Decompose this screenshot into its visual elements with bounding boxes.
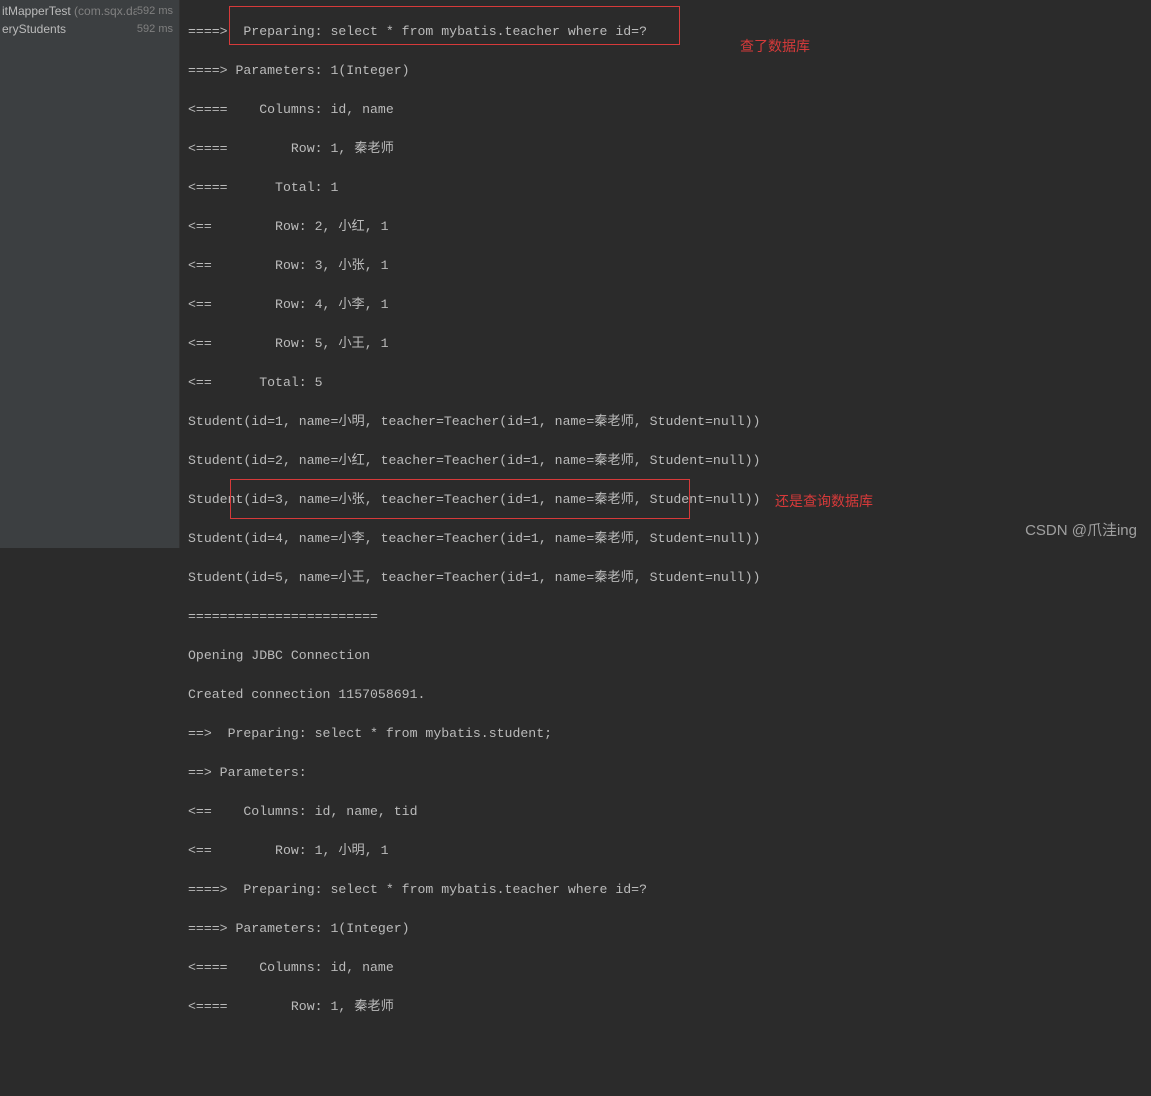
console-line: <== Row: 1, 小明, 1 (188, 841, 1143, 861)
test-item-mapper[interactable]: itMapperTest (com.sqx.da 592 ms (0, 2, 179, 20)
test-duration: 592 ms (137, 5, 173, 17)
console-line: <==== Columns: id, name (188, 958, 1143, 978)
console-line: <== Row: 3, 小张, 1 (188, 256, 1143, 276)
console-line: ====> Preparing: select * from mybatis.t… (188, 880, 1143, 900)
console-line: ====> Preparing: select * from mybatis.t… (188, 22, 1143, 42)
annotation-top: 查了数据库 (740, 37, 810, 57)
test-item-students[interactable]: eryStudents 592 ms (0, 20, 179, 38)
console-line: <== Total: 5 (188, 373, 1143, 393)
console-line: Student(id=2, name=小红, teacher=Teacher(i… (188, 451, 1143, 471)
console-line: <== Row: 5, 小王, 1 (188, 334, 1143, 354)
console-line: Opening JDBC Connection (188, 646, 1143, 666)
console-line: <==== Row: 1, 秦老师 (188, 997, 1143, 1017)
console-line: <==== Columns: id, name (188, 100, 1143, 120)
console-line: Student(id=3, name=小张, teacher=Teacher(i… (188, 490, 1143, 510)
console-line: <== Columns: id, name, tid (188, 802, 1143, 822)
console-line: ======================== (188, 607, 1143, 627)
console-line: <== Row: 4, 小李, 1 (188, 295, 1143, 315)
console-line: <==== Row: 1, 秦老师 (188, 139, 1143, 159)
console-line: Student(id=1, name=小明, teacher=Teacher(i… (188, 412, 1143, 432)
console-line: Student(id=5, name=小王, teacher=Teacher(i… (188, 568, 1143, 588)
test-item-label: eryStudents (2, 22, 66, 36)
console-line: Created connection 1157058691. (188, 685, 1143, 705)
console-line: ====> Parameters: 1(Integer) (188, 919, 1143, 939)
test-sidebar: itMapperTest (com.sqx.da 592 ms eryStude… (0, 0, 180, 548)
console-line: ==> Parameters: (188, 763, 1143, 783)
console-line: ====> Parameters: 1(Integer) (188, 61, 1143, 81)
annotation-bottom: 还是查询数据库 (775, 492, 873, 512)
console-line: ==> Preparing: select * from mybatis.stu… (188, 724, 1143, 744)
console-line: <==== Total: 1 (188, 178, 1143, 198)
console-output[interactable]: ====> Preparing: select * from mybatis.t… (180, 0, 1151, 548)
test-duration: 592 ms (137, 23, 173, 35)
test-item-label: itMapperTest (com.sqx.da (2, 4, 137, 18)
console-line: Student(id=4, name=小李, teacher=Teacher(i… (188, 529, 1143, 549)
console-line: <== Row: 2, 小红, 1 (188, 217, 1143, 237)
